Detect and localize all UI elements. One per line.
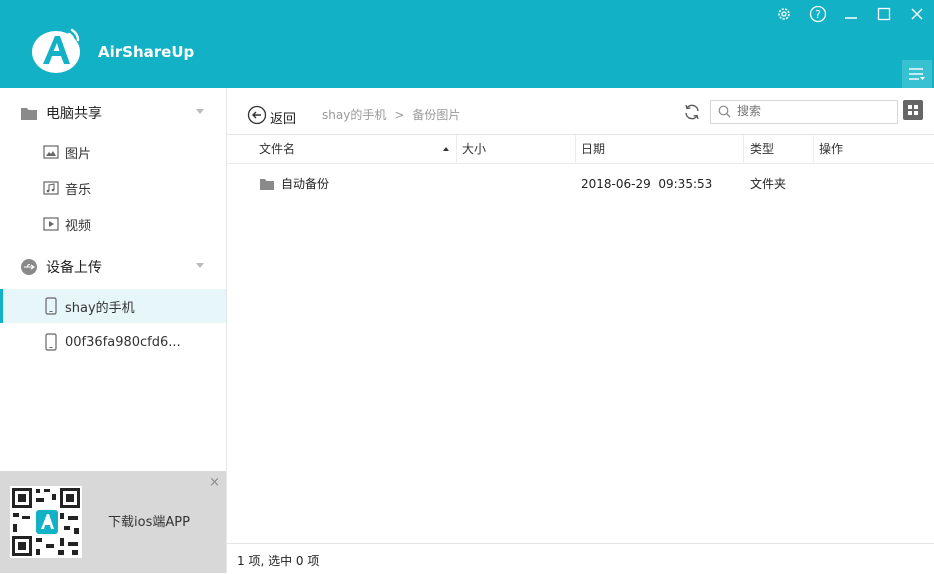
back-arrow-icon bbox=[247, 105, 267, 129]
sidebar-item-device-shay[interactable]: shay的手机 bbox=[0, 289, 226, 323]
app-title: AirShareUp bbox=[98, 43, 195, 61]
search-box bbox=[710, 100, 898, 124]
breadcrumb-item: 备份图片 bbox=[412, 108, 461, 122]
breadcrumb-item[interactable]: shay的手机 bbox=[322, 106, 386, 123]
column-header-date[interactable]: 日期 bbox=[581, 135, 605, 163]
chevron-down-icon[interactable] bbox=[196, 263, 204, 268]
sidebar-item-pictures[interactable]: 图片 bbox=[0, 135, 226, 169]
status-bar: 1 项, 选中 0 项 bbox=[227, 543, 934, 574]
column-divider[interactable] bbox=[575, 135, 576, 163]
search-icon bbox=[718, 105, 731, 122]
menu-icon[interactable] bbox=[902, 60, 932, 88]
breadcrumb: shay的手机 > 备份图片 bbox=[322, 106, 460, 123]
chevron-down-icon[interactable] bbox=[196, 109, 204, 114]
minimize-icon[interactable] bbox=[841, 4, 861, 24]
promo-text: 下载ios端APP bbox=[108, 515, 190, 530]
column-divider[interactable] bbox=[813, 135, 814, 163]
sidebar-item-label: shay的手机 bbox=[65, 300, 135, 316]
folder-icon bbox=[20, 104, 38, 122]
column-divider[interactable] bbox=[743, 135, 744, 163]
svg-text:?: ? bbox=[815, 8, 821, 21]
app-logo-icon bbox=[28, 22, 84, 78]
sidebar-item-music[interactable]: 音乐 bbox=[0, 171, 226, 205]
sidebar-section-label: 电脑共享 bbox=[46, 106, 102, 122]
refresh-icon[interactable] bbox=[683, 103, 701, 121]
main-panel: 返回 shay的手机 > 备份图片 文件名 大小 日期 类型 操作 bbox=[227, 88, 934, 573]
folder-icon bbox=[259, 177, 275, 195]
sidebar-item-video[interactable]: 视频 bbox=[0, 207, 226, 241]
help-icon[interactable]: ? bbox=[808, 4, 828, 24]
cell-type: 文件夹 bbox=[750, 177, 787, 191]
sidebar-item-label: 图片 bbox=[65, 146, 92, 162]
close-icon[interactable] bbox=[907, 4, 927, 24]
column-header-size[interactable]: 大小 bbox=[462, 135, 486, 163]
grid-view-icon[interactable] bbox=[903, 100, 923, 120]
sidebar: 电脑共享 图片 音乐 视频 设备上传 shay的手机 00f36fa980cfd… bbox=[0, 88, 227, 573]
close-icon[interactable]: × bbox=[209, 475, 220, 490]
sidebar-section-pc-share[interactable]: 电脑共享 bbox=[0, 97, 226, 129]
sidebar-section-label: 设备上传 bbox=[46, 260, 102, 276]
table-row[interactable]: 自动备份 2018-06-29 09:35:53 文件夹 bbox=[227, 168, 934, 200]
breadcrumb-separator: > bbox=[394, 107, 405, 122]
column-header-type[interactable]: 类型 bbox=[750, 135, 774, 163]
cell-date: 2018-06-29 09:35:53 bbox=[581, 177, 713, 191]
cell-name: 自动备份 bbox=[281, 177, 330, 191]
column-header-action[interactable]: 操作 bbox=[819, 135, 843, 163]
sidebar-section-device-upload[interactable]: 设备上传 bbox=[0, 251, 226, 283]
qr-code-icon bbox=[10, 486, 82, 558]
app-download-promo: 下载ios端APP × bbox=[0, 471, 226, 573]
maximize-icon[interactable] bbox=[874, 4, 894, 24]
sidebar-item-label: 00f36fa980cfd6... bbox=[65, 334, 181, 350]
column-header-name[interactable]: 文件名 bbox=[259, 135, 295, 163]
music-icon bbox=[43, 180, 59, 196]
video-icon bbox=[43, 216, 59, 232]
sidebar-item-label: 视频 bbox=[65, 218, 92, 234]
back-label: 返回 bbox=[270, 111, 297, 127]
phone-icon bbox=[43, 333, 59, 351]
phone-icon bbox=[43, 297, 59, 315]
toolbar: 返回 shay的手机 > 备份图片 bbox=[227, 88, 934, 135]
sidebar-item-device-2[interactable]: 00f36fa980cfd6... bbox=[0, 325, 226, 359]
title-bar: AirShareUp ? bbox=[0, 0, 934, 88]
back-button[interactable]: 返回 bbox=[247, 105, 296, 129]
status-text: 1 项, 选中 0 项 bbox=[237, 554, 320, 568]
column-divider[interactable] bbox=[456, 135, 457, 163]
sidebar-item-label: 音乐 bbox=[65, 182, 92, 198]
sort-ascending-icon[interactable] bbox=[443, 147, 449, 151]
usb-icon bbox=[20, 258, 38, 276]
table-header: 文件名 大小 日期 类型 操作 bbox=[227, 135, 934, 164]
image-icon bbox=[43, 144, 59, 160]
search-input[interactable] bbox=[737, 103, 887, 119]
settings-icon[interactable] bbox=[774, 4, 794, 24]
